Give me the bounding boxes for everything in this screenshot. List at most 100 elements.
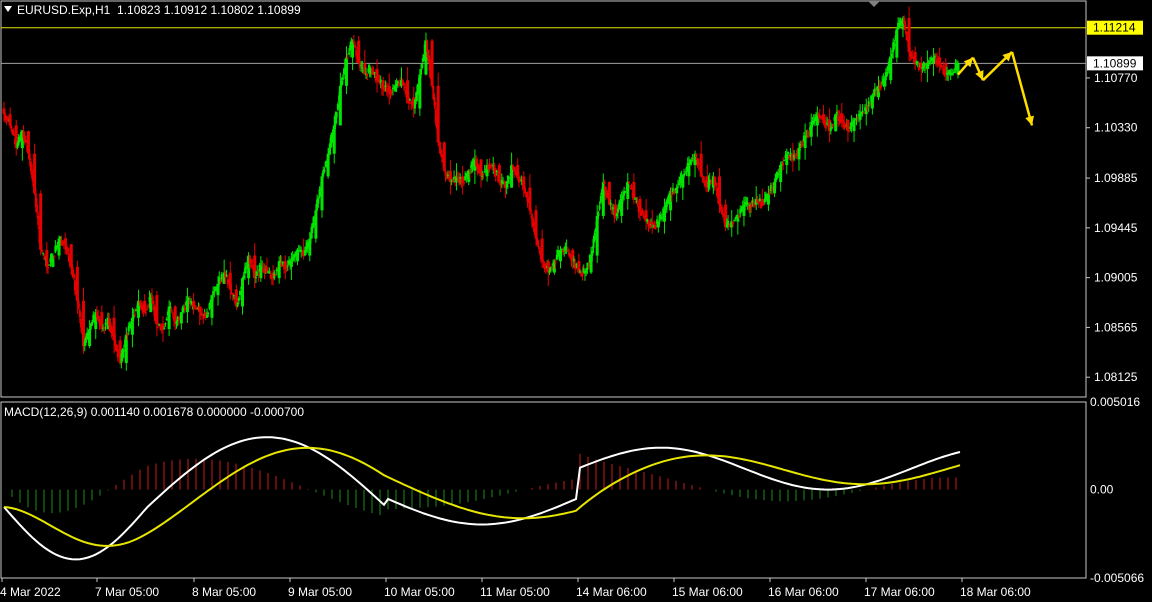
candle-body xyxy=(8,114,12,126)
candle-body xyxy=(184,307,187,310)
candle-body xyxy=(91,322,94,326)
candle-body xyxy=(320,176,324,211)
candle-body xyxy=(257,273,260,276)
candle-body xyxy=(442,142,446,171)
macd-tick-label: 0.00 xyxy=(1090,483,1114,497)
candle-body xyxy=(803,136,807,149)
candle-body xyxy=(564,245,567,250)
candle-body xyxy=(456,176,459,178)
candle-body xyxy=(36,204,39,212)
candle-body xyxy=(206,315,209,318)
candle-body xyxy=(218,277,221,284)
candle-body xyxy=(404,86,407,88)
candle-body xyxy=(720,209,723,215)
candle-body xyxy=(135,309,138,312)
candle-body xyxy=(72,273,75,277)
candle-body xyxy=(126,334,129,336)
candle-body xyxy=(55,245,58,249)
candle-body xyxy=(569,254,572,257)
candle-body xyxy=(346,57,349,59)
candle-body xyxy=(848,131,851,133)
candle-body xyxy=(232,295,235,297)
time-axis-label: 4 Mar 2022 xyxy=(0,585,61,599)
candle-body xyxy=(462,182,465,184)
candle-body xyxy=(236,303,239,307)
candle-body xyxy=(422,54,425,61)
candle-body xyxy=(317,198,320,204)
candle-body xyxy=(268,271,271,274)
price-tick-label: 1.09885 xyxy=(1094,171,1138,185)
candle-body xyxy=(459,177,462,179)
candle-body xyxy=(187,298,190,301)
candle-body xyxy=(687,165,691,177)
candle-body xyxy=(907,17,911,52)
candle-body xyxy=(661,216,664,218)
candle-body xyxy=(481,175,484,177)
candle-body xyxy=(6,118,9,121)
time-axis-label: 15 Mar 06:00 xyxy=(672,585,743,599)
candle-body xyxy=(768,193,771,195)
candle-body xyxy=(642,214,645,218)
chart-shift-marker-icon[interactable] xyxy=(868,1,880,7)
candle-body xyxy=(237,298,240,301)
candle-body xyxy=(402,83,405,86)
candle-body xyxy=(430,40,434,86)
candle-body xyxy=(795,154,798,156)
candle-body xyxy=(48,264,51,266)
candle-body xyxy=(612,207,615,210)
candle-body xyxy=(893,43,896,47)
candle-body xyxy=(829,127,832,132)
candle-body xyxy=(820,116,823,118)
candle-body xyxy=(279,260,282,262)
macd-tick-label: -0.005066 xyxy=(1090,571,1144,585)
candle-body xyxy=(786,151,789,154)
candle-body xyxy=(670,193,673,196)
candle-body xyxy=(309,233,312,239)
candle-body xyxy=(862,111,865,114)
candle-body xyxy=(314,210,318,239)
candle-body xyxy=(336,104,339,110)
candle-body xyxy=(834,114,838,132)
candle-body xyxy=(708,179,711,186)
candle-body xyxy=(494,168,497,176)
candle-body xyxy=(347,52,350,55)
candle-body xyxy=(615,213,618,216)
candle-body xyxy=(216,283,220,296)
open-price: 1.10823 xyxy=(117,3,161,17)
time-axis-label: 17 Mar 06:00 xyxy=(864,585,935,599)
triangle-down-icon[interactable] xyxy=(4,6,12,12)
price-chart[interactable]: 1.10770 1.10330 1.09885 1.09445 1.09005 1.085… xyxy=(0,0,1152,602)
candle-body xyxy=(849,126,852,129)
candle-body xyxy=(239,290,242,296)
candle-body xyxy=(343,68,346,75)
candle-body xyxy=(281,261,284,264)
candle-body xyxy=(59,237,62,239)
candle-body xyxy=(824,122,827,129)
candle-body xyxy=(794,157,797,159)
candle-body xyxy=(31,169,34,179)
candle-body xyxy=(654,225,657,227)
candle-body xyxy=(360,64,363,66)
candle-body xyxy=(438,142,441,147)
candle-body xyxy=(684,173,687,175)
candle-body xyxy=(220,274,223,280)
candle-body xyxy=(328,148,331,154)
candle-body xyxy=(595,215,599,256)
candle-body xyxy=(699,153,703,177)
candle-body xyxy=(691,160,694,162)
candle-body xyxy=(88,329,92,347)
candle-body xyxy=(831,127,834,129)
candle-body xyxy=(373,72,376,74)
candle-body xyxy=(548,270,551,273)
candle-body xyxy=(678,182,681,186)
symbol-header: EURUSD.Exp,H1 1.10823 1.10912 1.10802 1.… xyxy=(4,3,301,17)
candle-body xyxy=(540,238,544,262)
candle-body xyxy=(407,97,410,104)
price-tick-label: 1.08125 xyxy=(1094,370,1138,384)
candle-body xyxy=(758,198,761,202)
candle-body xyxy=(636,203,639,205)
candle-body xyxy=(231,292,234,296)
candle-body xyxy=(683,174,686,177)
candle-body xyxy=(579,271,582,273)
candle-body xyxy=(582,268,585,273)
